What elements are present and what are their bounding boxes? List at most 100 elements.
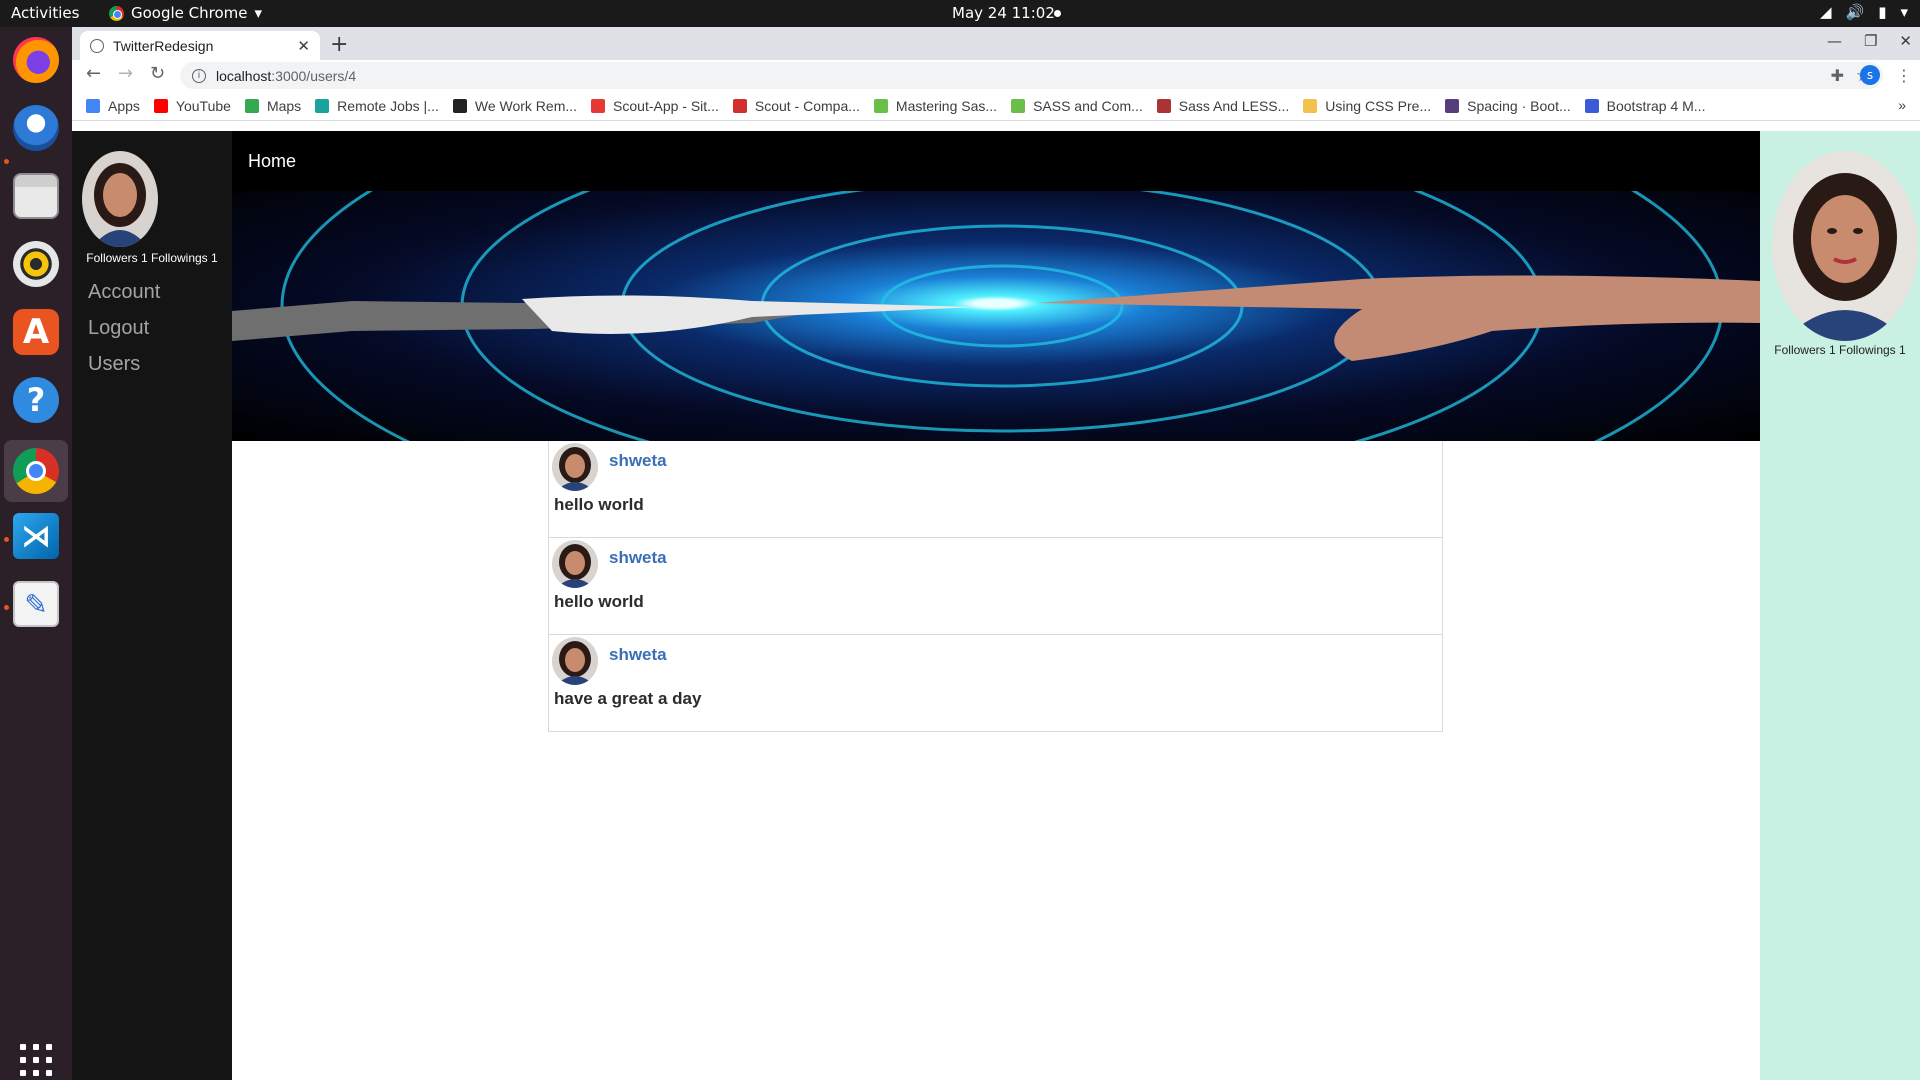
page-viewport: Followers 1 Followings 1 Account Logout …	[72, 131, 1920, 1080]
bookmark-label: SASS and Com...	[1033, 97, 1143, 114]
bookmark-favicon-icon	[1303, 98, 1318, 113]
bookmark-label: Apps	[108, 97, 140, 114]
follow-stats: Followers 1 Followings 1	[1774, 343, 1906, 357]
post-username[interactable]: shweta	[609, 451, 667, 471]
tab-twitterredesign[interactable]: TwitterRedesign ✕	[80, 31, 320, 60]
chrome-icon	[13, 448, 59, 494]
address-bar[interactable]: i localhost:3000/users/4 ☆	[180, 62, 1883, 89]
dock-help[interactable]: ?	[11, 375, 61, 425]
info-icon[interactable]: i	[192, 68, 206, 83]
post-text: hello world	[554, 495, 644, 514]
restore-icon[interactable]: ❐	[1864, 32, 1877, 50]
bookmark-favicon-icon	[591, 98, 606, 113]
bookmarks-bar: Apps YouTube Maps Remote Jobs |... We Work R…	[72, 91, 1920, 121]
firefox-icon	[13, 37, 59, 83]
new-tab-button[interactable]: +	[330, 32, 348, 57]
nav-account[interactable]: Account	[88, 281, 160, 304]
running-indicator	[4, 159, 9, 164]
bookmark-item[interactable]: Apps	[86, 98, 140, 114]
activities-button[interactable]: Activities	[11, 4, 79, 22]
main-column: Home shweta hello world shweta hello wor…	[232, 131, 1760, 1080]
nav-users[interactable]: Users	[88, 353, 160, 376]
bookmark-item[interactable]: YouTube	[153, 98, 231, 114]
toolbar-actions: ✚ s ⋮	[1831, 65, 1912, 85]
bookmark-item[interactable]: Scout - Compa...	[732, 97, 860, 114]
bookmark-favicon-icon	[153, 98, 168, 113]
clock[interactable]: May 24 11:02	[952, 4, 1055, 22]
bookmark-item[interactable]: Mastering Sas...	[873, 97, 998, 114]
cover-banner-image	[232, 191, 1760, 441]
bookmark-label: Using CSS Pre...	[1325, 97, 1432, 114]
post-username[interactable]: shweta	[609, 548, 667, 568]
url-path: :3000/users/4	[271, 67, 357, 84]
back-icon[interactable]: ←	[86, 63, 101, 84]
post-card: shweta hello world	[548, 538, 1443, 635]
bookmark-favicon-icon	[452, 98, 467, 113]
text-editor-icon: ✎	[13, 581, 59, 627]
bookmark-item[interactable]: SASS and Com...	[1011, 98, 1143, 114]
post-text: hello world	[554, 592, 644, 611]
post-username[interactable]: shweta	[609, 645, 667, 665]
dock: A ? ⋊ ✎	[0, 27, 72, 1080]
bookmark-favicon-icon	[315, 98, 330, 113]
dock-software[interactable]: A	[11, 307, 61, 357]
dock-vscode[interactable]: ⋊	[11, 511, 61, 561]
post-avatar[interactable]	[552, 443, 598, 491]
profile-avatar-large[interactable]	[1772, 151, 1918, 341]
left-sidebar: Followers 1 Followings 1 Account Logout …	[72, 131, 232, 1080]
extensions-icon[interactable]: ✚	[1831, 66, 1844, 85]
dock-thunderbird[interactable]	[11, 103, 61, 153]
bookmark-favicon-icon	[732, 98, 747, 113]
files-icon	[13, 173, 59, 219]
minimize-icon[interactable]: —	[1827, 32, 1842, 50]
app-menu[interactable]: Google Chrome ▾	[109, 4, 262, 22]
post-avatar[interactable]	[552, 540, 598, 588]
post-avatar[interactable]	[552, 637, 598, 685]
close-icon[interactable]: ✕	[297, 37, 310, 55]
dock-firefox[interactable]	[11, 35, 61, 85]
dock-files[interactable]	[11, 171, 61, 221]
software-center-icon: A	[13, 309, 59, 355]
show-applications-icon[interactable]	[20, 1044, 52, 1076]
bookmark-item[interactable]: Bootstrap 4 M...	[1584, 98, 1705, 114]
chevron-down-icon: ▾	[1900, 3, 1908, 21]
close-window-icon[interactable]: ✕	[1899, 32, 1912, 50]
bookmark-item[interactable]: Spacing · Boot...	[1445, 98, 1571, 114]
thunderbird-icon	[13, 105, 59, 151]
notification-dot	[1054, 10, 1061, 17]
bookmark-label: Scout - Compa...	[754, 97, 860, 114]
help-icon: ?	[13, 377, 59, 423]
profile-avatar[interactable]: s	[1860, 65, 1880, 85]
bookmark-favicon-icon	[1156, 98, 1171, 113]
bookmark-item[interactable]: Using CSS Pre...	[1303, 98, 1431, 114]
bookmark-item[interactable]: Sass And LESS...	[1156, 98, 1289, 114]
side-nav: Account Logout Users	[88, 281, 160, 389]
reload-icon[interactable]: ↻	[150, 63, 165, 84]
nav-home[interactable]: Home	[248, 151, 296, 172]
bookmark-item[interactable]: Maps	[244, 97, 302, 114]
url-host: localhost	[216, 67, 272, 84]
dock-chrome[interactable]	[4, 440, 68, 502]
volume-icon: 🔊	[1845, 3, 1865, 21]
globe-icon	[90, 38, 104, 53]
bookmark-item[interactable]: Scout-App - Sit...	[591, 98, 719, 114]
bookmark-label: Mastering Sas...	[895, 97, 998, 114]
forward-icon[interactable]: →	[118, 63, 133, 84]
bookmark-label: Maps	[266, 97, 302, 114]
nav-logout[interactable]: Logout	[88, 317, 160, 340]
bookmark-favicon-icon	[1011, 98, 1026, 113]
bookmark-item[interactable]: Remote Jobs |...	[315, 98, 439, 114]
bookmark-label: Spacing · Boot...	[1467, 97, 1571, 114]
bookmark-label: We Work Rem...	[474, 97, 578, 114]
dock-rhythmbox[interactable]	[11, 239, 61, 289]
dock-text-editor[interactable]: ✎	[11, 579, 61, 629]
tab-title: TwitterRedesign	[113, 37, 214, 54]
menu-icon[interactable]: ⋮	[1896, 66, 1912, 85]
system-top-bar: Activities Google Chrome ▾ May 24 11:02 …	[0, 0, 1920, 27]
window-controls: — ❐ ✕	[1827, 32, 1912, 50]
system-menu[interactable]: ◢ 🔊 ▮ ▾	[1820, 3, 1908, 21]
more-bookmarks-icon[interactable]: »	[1898, 97, 1906, 113]
chrome-icon	[109, 5, 124, 21]
bookmark-item[interactable]: We Work Rem...	[452, 97, 578, 114]
profile-avatar[interactable]	[82, 151, 158, 247]
